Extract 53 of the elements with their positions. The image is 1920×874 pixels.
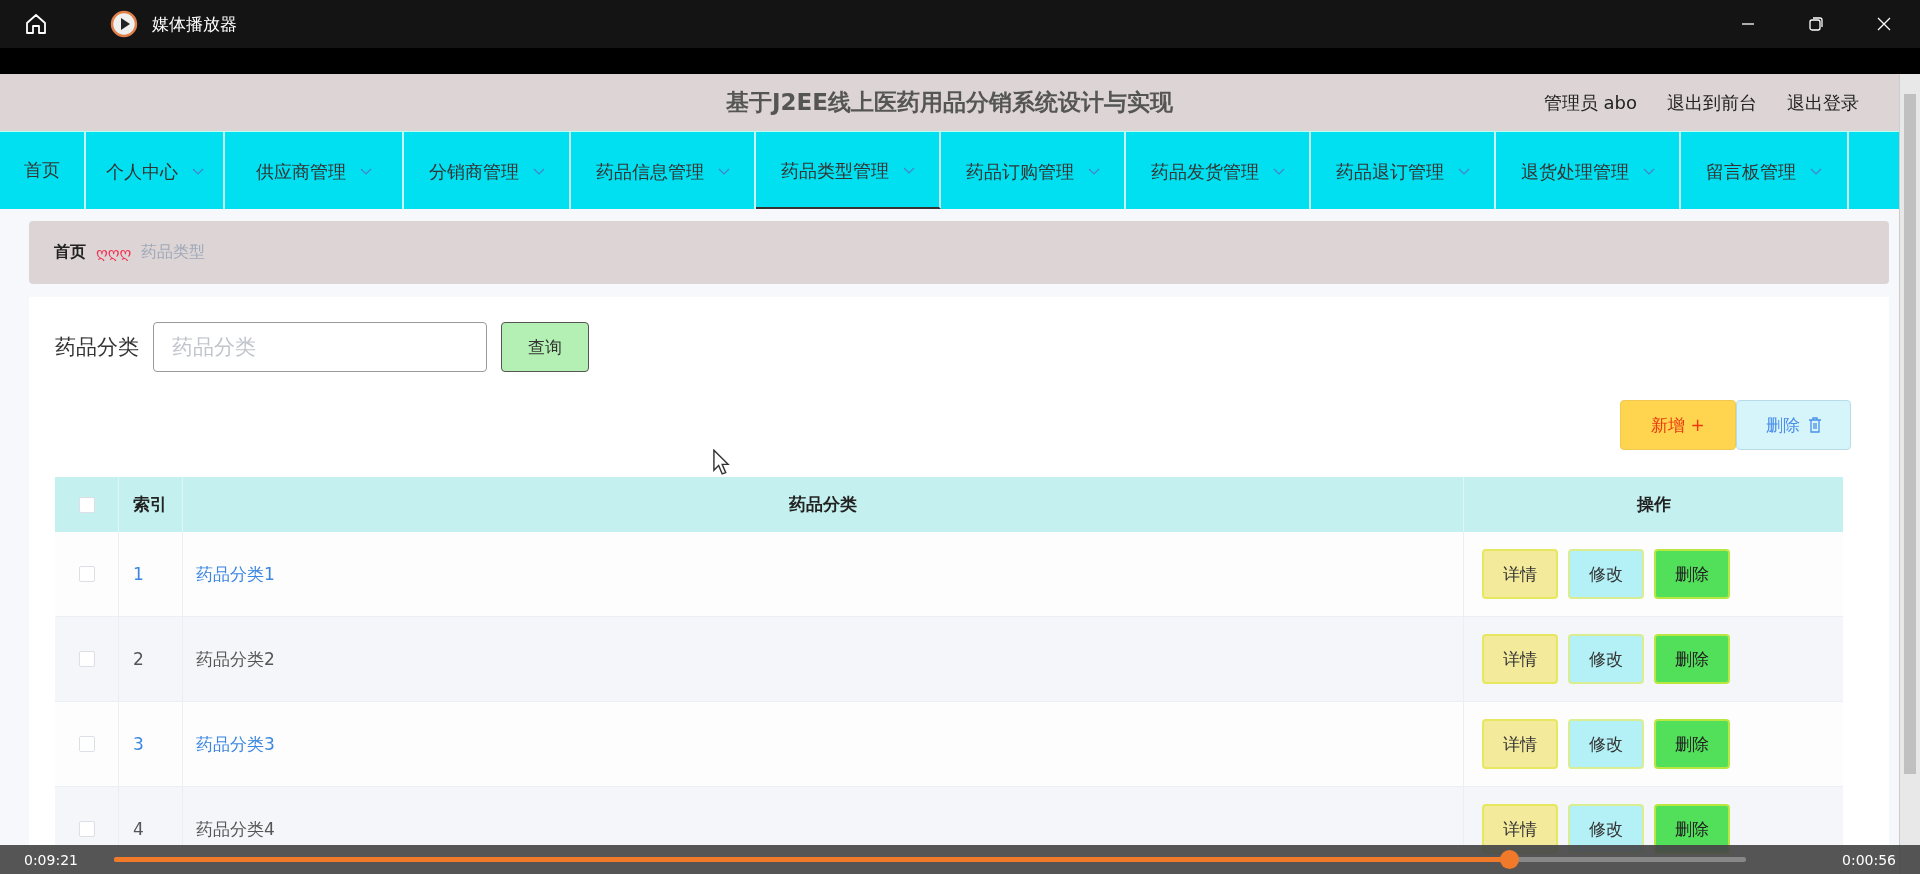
row-action-button[interactable]: 删除 — [1654, 719, 1730, 769]
select-all-checkbox[interactable] — [78, 496, 95, 513]
nav-tab[interactable]: 留言板管理 — [1681, 132, 1849, 209]
elapsed-time: 0:09:21 — [24, 851, 78, 868]
breadcrumb-separator: ღღღ — [96, 243, 132, 262]
table-cell: 药品分类1 — [183, 532, 1464, 616]
nav-tab[interactable]: 药品类型管理 — [756, 132, 941, 209]
nav-tab[interactable]: 供应商管理 — [225, 132, 404, 209]
search-button[interactable]: 查询 — [501, 322, 589, 372]
cursor-icon — [712, 449, 730, 475]
table-cell: 3 — [119, 702, 183, 786]
nav-tab[interactable]: 分销商管理 — [404, 132, 571, 209]
row-checkbox[interactable] — [78, 821, 95, 837]
close-icon[interactable] — [1876, 16, 1892, 32]
nav-tab[interactable]: 药品信息管理 — [571, 132, 756, 209]
row-action-button[interactable]: 详情 — [1482, 719, 1558, 769]
seek-bar[interactable] — [114, 850, 1746, 869]
row-action-button[interactable]: 删除 — [1654, 549, 1730, 599]
row-action-button[interactable]: 详情 — [1482, 634, 1558, 684]
restore-icon[interactable] — [1808, 16, 1824, 32]
row-action-button[interactable]: 删除 — [1654, 634, 1730, 684]
header-link[interactable]: 退出到前台 — [1667, 90, 1757, 115]
nav-tab[interactable]: 个人中心 — [86, 132, 225, 209]
nav-tab[interactable]: 退货处理管理 — [1496, 132, 1681, 209]
field-label: 药品分类 — [55, 334, 139, 361]
trash-icon — [1807, 417, 1822, 433]
play-icon — [110, 10, 138, 38]
column-header: 操作 — [1635, 493, 1672, 516]
row-action-button[interactable]: 修改 — [1568, 719, 1644, 769]
table-cell: 1 — [119, 532, 183, 616]
nav-tab[interactable]: 药品退订管理 — [1311, 132, 1496, 209]
header-link[interactable]: 退出登录 — [1787, 90, 1859, 115]
breadcrumb-link[interactable]: 首页 — [54, 242, 86, 263]
home-icon[interactable] — [24, 12, 48, 36]
row-checkbox[interactable] — [78, 566, 95, 582]
row-checkbox[interactable] — [78, 736, 95, 752]
table-cell: 药品分类3 — [183, 702, 1464, 786]
row-action-button[interactable]: 修改 — [1568, 549, 1644, 599]
breadcrumb-current: 药品类型 — [141, 242, 206, 263]
nav-tab[interactable]: 药品订购管理 — [941, 132, 1126, 209]
nav-tab[interactable]: 首页 — [0, 132, 86, 209]
site-title: 基于J2EE线上医药用品分销系统设计与实现 — [726, 88, 1173, 117]
table-cell: 2 — [119, 617, 183, 701]
remaining-time: 0:00:56 — [1842, 851, 1896, 868]
row-checkbox[interactable] — [78, 651, 95, 667]
row-action-button[interactable]: 修改 — [1568, 634, 1644, 684]
row-action-button[interactable]: 详情 — [1482, 549, 1558, 599]
nav-tab[interactable]: 药品发货管理 — [1126, 132, 1311, 209]
table-cell: 药品分类2 — [183, 617, 1464, 701]
search-field[interactable]: 药品分类 — [153, 322, 487, 372]
window-title: 媒体播放器 — [152, 12, 237, 36]
header-link[interactable]: 管理员 abo — [1543, 90, 1637, 115]
seek-thumb[interactable] — [1500, 850, 1520, 869]
